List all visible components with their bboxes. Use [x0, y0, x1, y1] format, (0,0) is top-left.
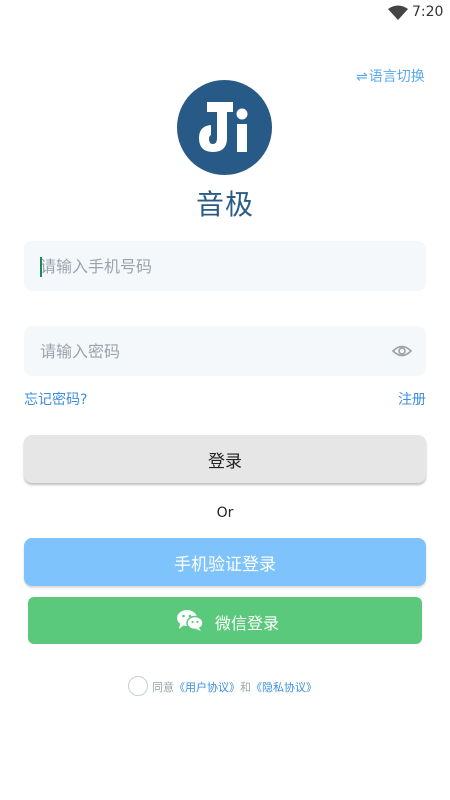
password-input[interactable]: [40, 326, 380, 376]
privacy-agreement-link[interactable]: 《隐私协议》: [251, 681, 317, 694]
wechat-icon: [177, 610, 204, 631]
agreement-text: 同意《用户协议》和《隐私协议》: [152, 679, 317, 695]
register-link[interactable]: 注册: [398, 389, 426, 409]
status-bar: 7:20: [0, 0, 450, 26]
status-time: 7:20: [412, 4, 444, 20]
phone-input[interactable]: [40, 241, 380, 291]
agreement-and: 和: [240, 681, 251, 694]
wechat-login-button[interactable]: 微信登录: [28, 597, 422, 644]
language-switch-icon: ⇌: [356, 69, 368, 85]
or-divider-text: Or: [216, 505, 234, 521]
eye-icon[interactable]: [392, 342, 412, 360]
text-caret: [40, 257, 42, 277]
wechat-login-label: 微信登录: [215, 614, 280, 633]
agreement-prefix: 同意: [152, 681, 174, 694]
app-name: 音极: [195, 188, 254, 221]
forgot-password-link[interactable]: 忘记密码?: [24, 389, 87, 409]
wifi-icon: [388, 5, 408, 20]
language-switch-label: 语言切换: [368, 69, 425, 85]
user-agreement-link[interactable]: 《用户协议》: [174, 681, 240, 694]
login-button[interactable]: 登录: [24, 435, 426, 483]
sms-login-button[interactable]: 手机验证登录: [24, 538, 426, 586]
language-switch-button[interactable]: ⇌语言切换: [356, 66, 425, 86]
password-field[interactable]: [24, 326, 426, 376]
app-logo: [177, 80, 272, 175]
phone-field[interactable]: [24, 241, 426, 291]
agreement-checkbox[interactable]: [128, 676, 148, 696]
